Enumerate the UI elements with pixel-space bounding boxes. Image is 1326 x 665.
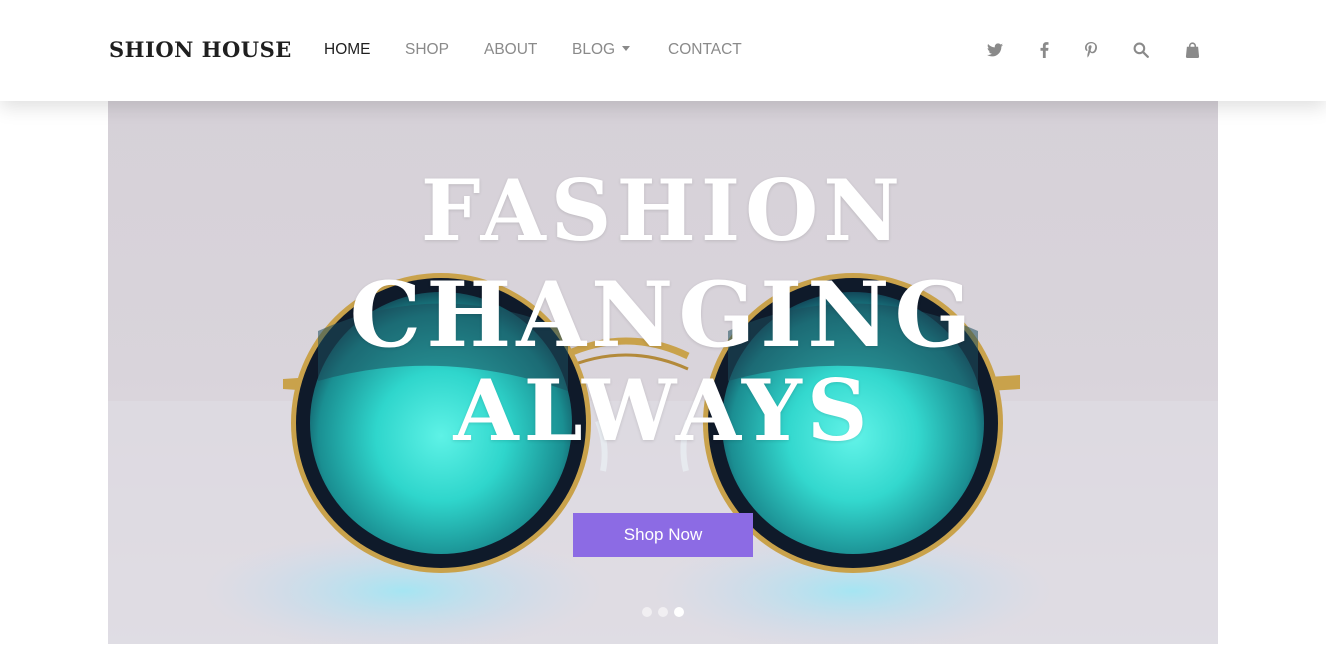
- slider-dot-3[interactable]: [674, 607, 684, 617]
- hero-headline-line-3: ALWAYS: [453, 361, 873, 460]
- nav-item-blog[interactable]: BLOG: [572, 40, 631, 60]
- slider-dot-2[interactable]: [658, 607, 668, 617]
- nav-item-blog-label: BLOG: [572, 41, 616, 58]
- pinterest-icon[interactable]: [1081, 40, 1101, 60]
- shop-now-button[interactable]: Shop Now: [573, 513, 753, 557]
- hero-headline-line-1: FASHION: [420, 161, 906, 260]
- slider-dot-1[interactable]: [642, 607, 652, 617]
- shopping-bag-icon[interactable]: [1182, 40, 1202, 60]
- caret-down-icon: [622, 46, 631, 51]
- search-icon[interactable]: [1131, 40, 1151, 60]
- twitter-icon[interactable]: [985, 40, 1005, 60]
- slider-dots: [642, 607, 686, 619]
- nav-item-shop[interactable]: SHOP: [405, 40, 449, 60]
- main-nav: HOME SHOP ABOUT BLOG CONTACT: [0, 0, 900, 101]
- facebook-icon[interactable]: [1034, 40, 1054, 60]
- nav-item-home[interactable]: HOME: [324, 40, 371, 60]
- nav-item-about[interactable]: ABOUT: [484, 40, 537, 60]
- nav-item-contact[interactable]: CONTACT: [668, 40, 742, 60]
- hero-headline-line-2: CHANGING: [349, 262, 977, 368]
- site-header: SHION HOUSE HOME SHOP ABOUT BLOG CONTACT: [0, 0, 1326, 101]
- hero-slider: FASHION CHANGING ALWAYS Shop Now: [108, 101, 1218, 644]
